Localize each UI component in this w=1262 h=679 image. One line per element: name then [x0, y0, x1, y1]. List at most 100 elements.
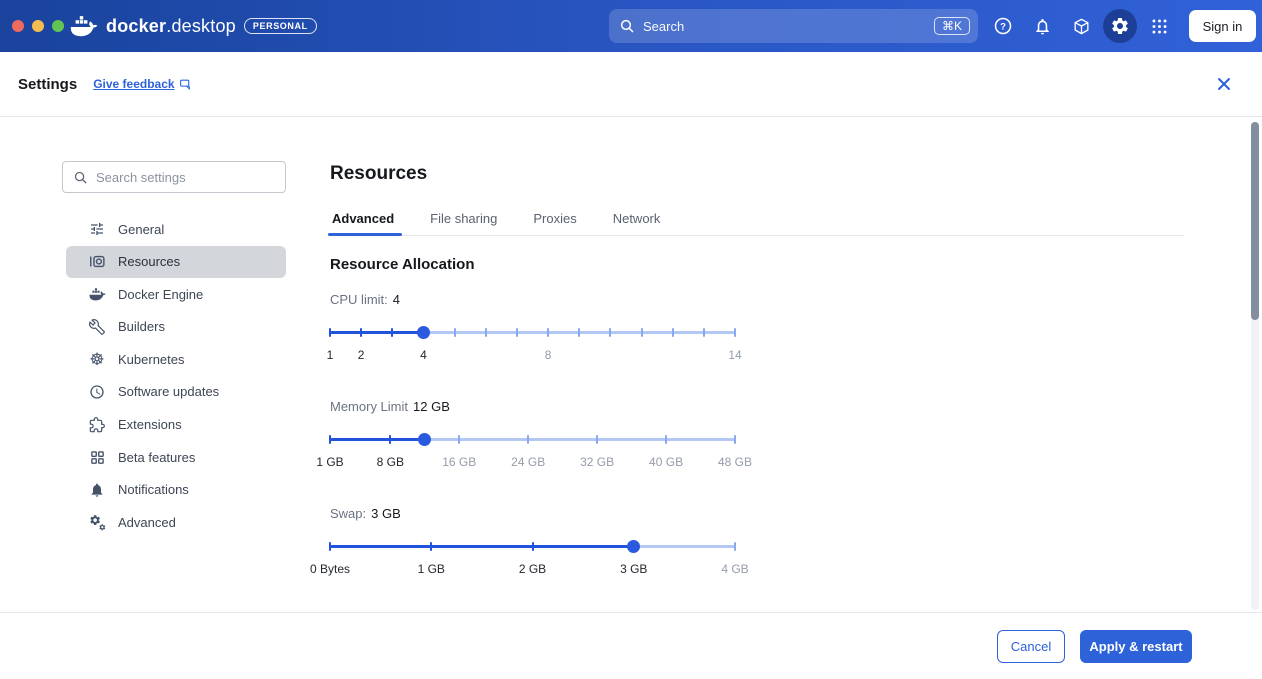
sidebar-item-resources[interactable]: Resources — [66, 246, 286, 278]
search-shortcut-badge: ⌘K — [934, 17, 970, 35]
wrench-icon — [88, 318, 106, 336]
window-close-button[interactable] — [12, 20, 24, 32]
slider-scale-label: 2 — [358, 348, 365, 362]
gears-icon — [88, 513, 106, 531]
slider-scale-label: 3 GB — [620, 562, 647, 576]
slider-fill — [330, 545, 634, 548]
search-icon — [73, 170, 88, 185]
sidebar-item-beta-features[interactable]: Beta features — [66, 441, 286, 473]
close-icon[interactable] — [1212, 72, 1236, 96]
slider-scale-label: 2 GB — [519, 562, 546, 576]
slider-tick — [389, 435, 391, 444]
sidebar-item-docker-engine[interactable]: Docker Engine — [66, 278, 286, 310]
sidebar-item-advanced[interactable]: Advanced — [66, 506, 286, 538]
gauge-icon — [88, 253, 106, 271]
apply-restart-button[interactable]: Apply & restart — [1080, 630, 1192, 663]
window-minimize-button[interactable] — [32, 20, 44, 32]
global-search-input[interactable]: Search ⌘K — [609, 9, 978, 43]
slider-tick — [734, 542, 736, 551]
cancel-button[interactable]: Cancel — [997, 630, 1065, 663]
slider-tick — [391, 328, 393, 337]
slider-scale-label: 0 Bytes — [310, 562, 350, 576]
cpu-limit-label: CPU limit:4 — [330, 292, 735, 307]
settings-search-input[interactable] — [96, 170, 275, 185]
resources-title: Resources — [330, 163, 1184, 185]
sidebar-nav: General Resources — [66, 213, 286, 539]
tab-advanced[interactable]: Advanced — [330, 211, 396, 235]
squares-grid-icon — [88, 448, 106, 466]
slider-scale-label: 1 — [327, 348, 334, 362]
apps-grid-icon[interactable] — [1142, 9, 1176, 43]
slider-fill — [330, 438, 425, 441]
sidebar-item-kubernetes[interactable]: ☸ Kubernetes — [66, 343, 286, 375]
gear-icon[interactable] — [1103, 9, 1137, 43]
sign-in-button[interactable]: Sign in — [1189, 10, 1256, 42]
slider-tick — [532, 542, 534, 551]
search-placeholder: Search — [643, 19, 934, 34]
slider-tick — [734, 435, 736, 444]
slider-tick — [547, 328, 549, 337]
slider-tick — [703, 328, 705, 337]
slider-scale-label: 16 GB — [442, 455, 476, 469]
brand-name: docker.desktop — [106, 16, 236, 37]
kubernetes-wheel-icon: ☸ — [88, 350, 106, 368]
slider-scale-label: 48 GB — [718, 455, 752, 469]
swap-scale: 0 Bytes1 GB2 GB3 GB4 GB — [330, 562, 735, 575]
tab-file-sharing[interactable]: File sharing — [428, 211, 499, 235]
sidebar-item-software-updates[interactable]: Software updates — [66, 376, 286, 408]
settings-search-field[interactable] — [62, 161, 286, 193]
slider-thumb[interactable] — [417, 326, 430, 339]
give-feedback-link[interactable]: Give feedback — [93, 77, 191, 91]
memory-limit-scale: 1 GB8 GB16 GB24 GB32 GB40 GB48 GB — [330, 455, 735, 468]
help-icon[interactable]: ? — [986, 9, 1020, 43]
slider-tick — [458, 435, 460, 444]
swap-block: Swap:3 GB 0 Bytes1 GB2 GB3 GB4 GB — [330, 506, 735, 575]
window-zoom-button[interactable] — [52, 20, 64, 32]
slider-scale-label: 8 — [545, 348, 552, 362]
slider-tick — [527, 435, 529, 444]
slider-tick — [578, 328, 580, 337]
page-title: Settings — [18, 76, 77, 93]
swap-slider[interactable] — [330, 539, 735, 553]
sidebar-item-extensions[interactable]: Extensions — [66, 409, 286, 441]
cpu-limit-block: CPU limit:4 124814 — [330, 292, 735, 361]
slider-scale-label: 40 GB — [649, 455, 683, 469]
cpu-limit-slider[interactable] — [330, 325, 735, 339]
sidebar-item-general[interactable]: General — [66, 213, 286, 245]
slider-scale-label: 24 GB — [511, 455, 545, 469]
sidebar-item-builders[interactable]: Builders — [66, 311, 286, 343]
slider-tick — [430, 542, 432, 551]
docker-whale-icon — [70, 16, 98, 37]
sidebar-item-notifications[interactable]: Notifications — [66, 474, 286, 506]
tab-network[interactable]: Network — [611, 211, 663, 235]
slider-fill — [330, 331, 423, 334]
clock-icon — [88, 383, 106, 401]
scrollbar-track[interactable] — [1251, 122, 1259, 610]
top-bar: docker.desktop PERSONAL Search ⌘K ? — [0, 0, 1262, 52]
slider-thumb[interactable] — [627, 540, 640, 553]
slider-tick — [672, 328, 674, 337]
slider-scale-label: 14 — [728, 348, 741, 362]
cpu-limit-scale: 124814 — [330, 348, 735, 361]
slider-tick — [360, 328, 362, 337]
tab-proxies[interactable]: Proxies — [531, 211, 578, 235]
slider-scale-label: 1 GB — [316, 455, 343, 469]
slider-thumb[interactable] — [418, 433, 431, 446]
swap-label: Swap:3 GB — [330, 506, 735, 521]
docker-desktop-logo: docker.desktop PERSONAL — [70, 0, 317, 52]
tune-icon — [88, 220, 106, 238]
learning-center-icon[interactable] — [1064, 9, 1098, 43]
search-icon — [619, 18, 635, 34]
memory-limit-block: Memory Limit12 GB 1 GB8 GB16 GB24 GB32 G… — [330, 399, 735, 468]
scrollbar-thumb[interactable] — [1251, 122, 1259, 320]
resources-tabs: Advanced File sharing Proxies Network — [330, 211, 1184, 236]
slider-tick — [329, 328, 331, 337]
feedback-bubble-icon — [179, 78, 192, 91]
slider-tick — [516, 328, 518, 337]
window-controls — [12, 20, 64, 32]
slider-scale-label: 4 GB — [721, 562, 748, 576]
bell-icon[interactable] — [1025, 9, 1059, 43]
memory-limit-slider[interactable] — [330, 432, 735, 446]
slider-tick — [485, 328, 487, 337]
slider-tick — [454, 328, 456, 337]
